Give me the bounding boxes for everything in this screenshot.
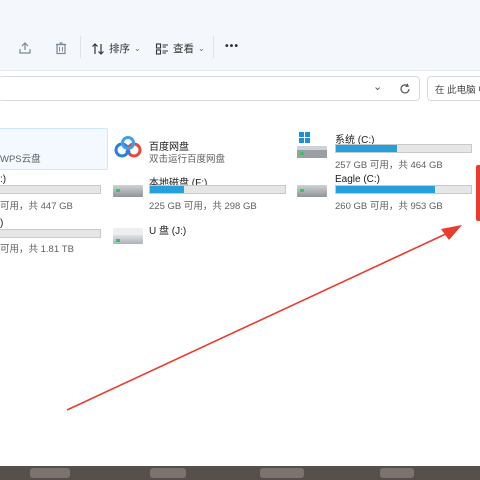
taskbar-item[interactable] xyxy=(150,468,186,478)
taskbar xyxy=(0,466,480,480)
taskbar-item[interactable] xyxy=(380,468,414,478)
taskbar-item[interactable] xyxy=(260,468,304,478)
annotation-arrow xyxy=(66,225,462,411)
taskbar-item[interactable] xyxy=(30,468,70,478)
